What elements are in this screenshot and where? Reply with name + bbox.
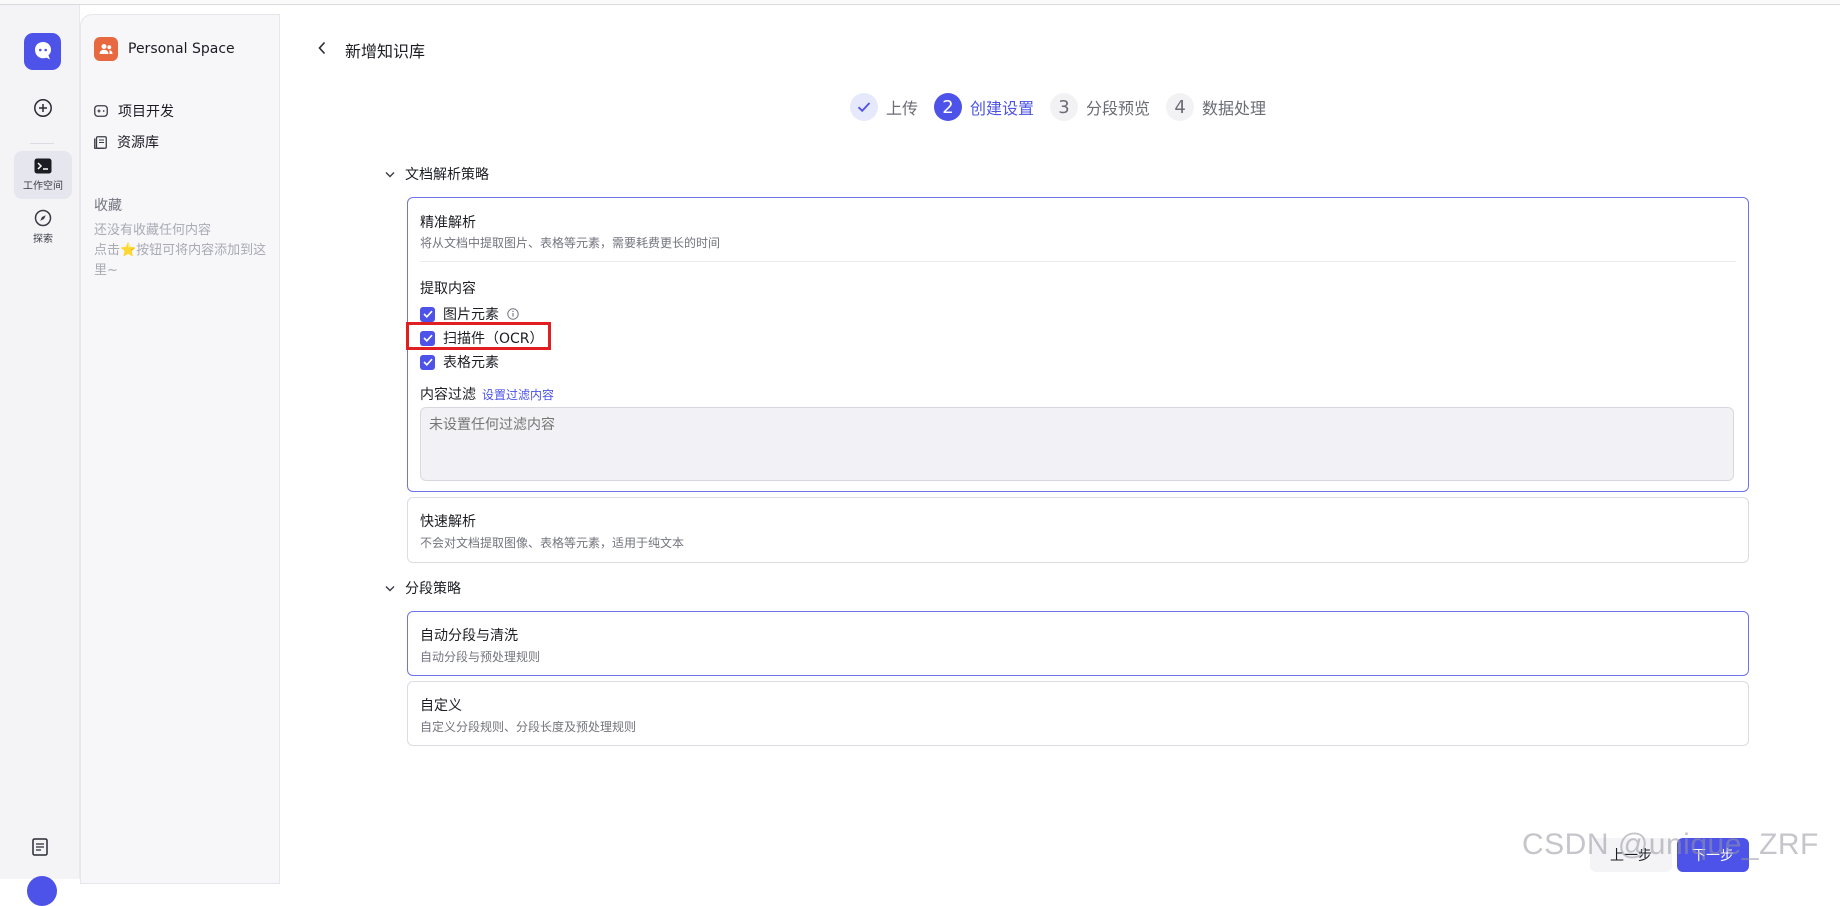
step-check-icon [850, 93, 878, 121]
checkbox-image-elements[interactable]: 图片元素 [420, 304, 519, 324]
sidebar-item-library[interactable]: 资源库 [94, 132, 159, 152]
favorites-empty-line2: 点击⭐按钮可将内容添加到这里~ [94, 243, 267, 278]
nav-explore-label: 探索 [33, 234, 53, 245]
checkbox-label: 表格元素 [443, 355, 499, 371]
section-title: 分段策略 [405, 581, 461, 597]
annotation-highlight-box [406, 322, 551, 350]
team-icon [94, 37, 118, 61]
chevron-down-icon [385, 171, 395, 177]
nav-workspace-label: 工作空间 [23, 181, 63, 192]
extract-content-title: 提取内容 [420, 281, 476, 297]
content-filter-field[interactable] [420, 407, 1734, 481]
chevron-left-icon [318, 41, 326, 55]
nav-explore[interactable]: 探索 [14, 203, 72, 251]
checkbox-label: 图片元素 [443, 307, 499, 323]
card-title: 自定义 [420, 698, 462, 714]
checkbox-table-elements[interactable]: 表格元素 [420, 352, 499, 372]
card-title: 快速解析 [420, 514, 476, 530]
step-number: 4 [1166, 93, 1195, 121]
step-upload[interactable]: 上传 [850, 93, 918, 121]
step-label: 上传 [886, 99, 919, 118]
set-filter-link[interactable]: 设置过滤内容 [482, 386, 554, 403]
terminal-icon [34, 158, 52, 174]
section-title: 文档解析策略 [405, 167, 489, 183]
library-icon [94, 135, 107, 149]
space-name: Personal Space [128, 41, 235, 57]
card-desc: 不会对文档提取图像、表格等元素，适用于纯文本 [420, 536, 685, 550]
gamepad-icon [94, 105, 108, 117]
precise-parse-card[interactable]: 精准解析 将从文档中提取图片、表格等元素，需要耗费更长的时间 提取内容 图片元素… [407, 197, 1749, 492]
card-desc: 将从文档中提取图片、表格等元素，需要耗费更长的时间 [420, 236, 721, 250]
favorites-title: 收藏 [94, 198, 122, 214]
divider [420, 261, 1736, 262]
step-number: 3 [1050, 93, 1079, 121]
card-desc: 自动分段与预处理规则 [420, 650, 541, 664]
info-icon[interactable] [507, 308, 519, 320]
card-desc: 自定义分段规则、分段长度及预处理规则 [420, 720, 637, 734]
auto-segment-card[interactable]: 自动分段与清洗 自动分段与预处理规则 [407, 611, 1749, 676]
step-label: 分段预览 [1086, 99, 1151, 118]
rail-divider [30, 143, 54, 144]
nav-workspace[interactable]: 工作空间 [14, 151, 72, 199]
step-segment-preview[interactable]: 3 分段预览 [1050, 93, 1150, 121]
stepper: 上传 2 创建设置 3 分段预览 4 数据处理 [850, 93, 1282, 121]
compass-icon [34, 209, 52, 227]
space-sidebar: Personal Space 项目开发 资源库 收藏 还没有收藏任何内容 点击⭐… [80, 14, 280, 884]
document-icon[interactable] [32, 838, 48, 860]
custom-segment-card[interactable]: 自定义 自定义分段规则、分段长度及预处理规则 [407, 681, 1749, 746]
checkbox-checked-icon [420, 354, 435, 370]
step-label: 创建设置 [970, 99, 1035, 118]
content-filter-row: 内容过滤 设置过滤内容 [420, 384, 554, 404]
sidebar-item-project-dev[interactable]: 项目开发 [94, 101, 174, 121]
watermark: CSDN @unique_ZRF [1522, 828, 1819, 861]
window-top-border [0, 0, 1840, 5]
step-data-processing[interactable]: 4 数据处理 [1166, 93, 1266, 121]
fast-parse-card[interactable]: 快速解析 不会对文档提取图像、表格等元素，适用于纯文本 [407, 497, 1749, 563]
card-title: 精准解析 [420, 215, 476, 231]
checkbox-checked-icon [420, 306, 435, 322]
sidebar-item-label: 项目开发 [118, 104, 174, 120]
card-title: 自动分段与清洗 [420, 628, 518, 644]
back-button[interactable] [312, 38, 332, 58]
user-avatar[interactable] [27, 876, 57, 906]
segment-strategy-header[interactable]: 分段策略 [385, 578, 461, 598]
space-switcher[interactable]: Personal Space [94, 37, 235, 61]
step-number: 2 [934, 93, 963, 121]
sidebar-item-label: 资源库 [117, 135, 159, 151]
create-plus-icon[interactable] [24, 89, 61, 126]
content-filter-label: 内容过滤 [420, 387, 476, 403]
step-label: 数据处理 [1202, 99, 1267, 118]
chevron-down-icon [385, 585, 395, 591]
page-title: 新增知识库 [345, 42, 426, 61]
favorites-empty-text: 还没有收藏任何内容 点击⭐按钮可将内容添加到这里~ [94, 221, 269, 281]
favorites-empty-line1: 还没有收藏任何内容 [94, 223, 212, 238]
left-rail: 工作空间 探索 [0, 5, 80, 906]
app-logo-icon[interactable] [24, 33, 61, 70]
step-create-settings[interactable]: 2 创建设置 [934, 93, 1034, 121]
parse-strategy-header[interactable]: 文档解析策略 [385, 164, 489, 184]
